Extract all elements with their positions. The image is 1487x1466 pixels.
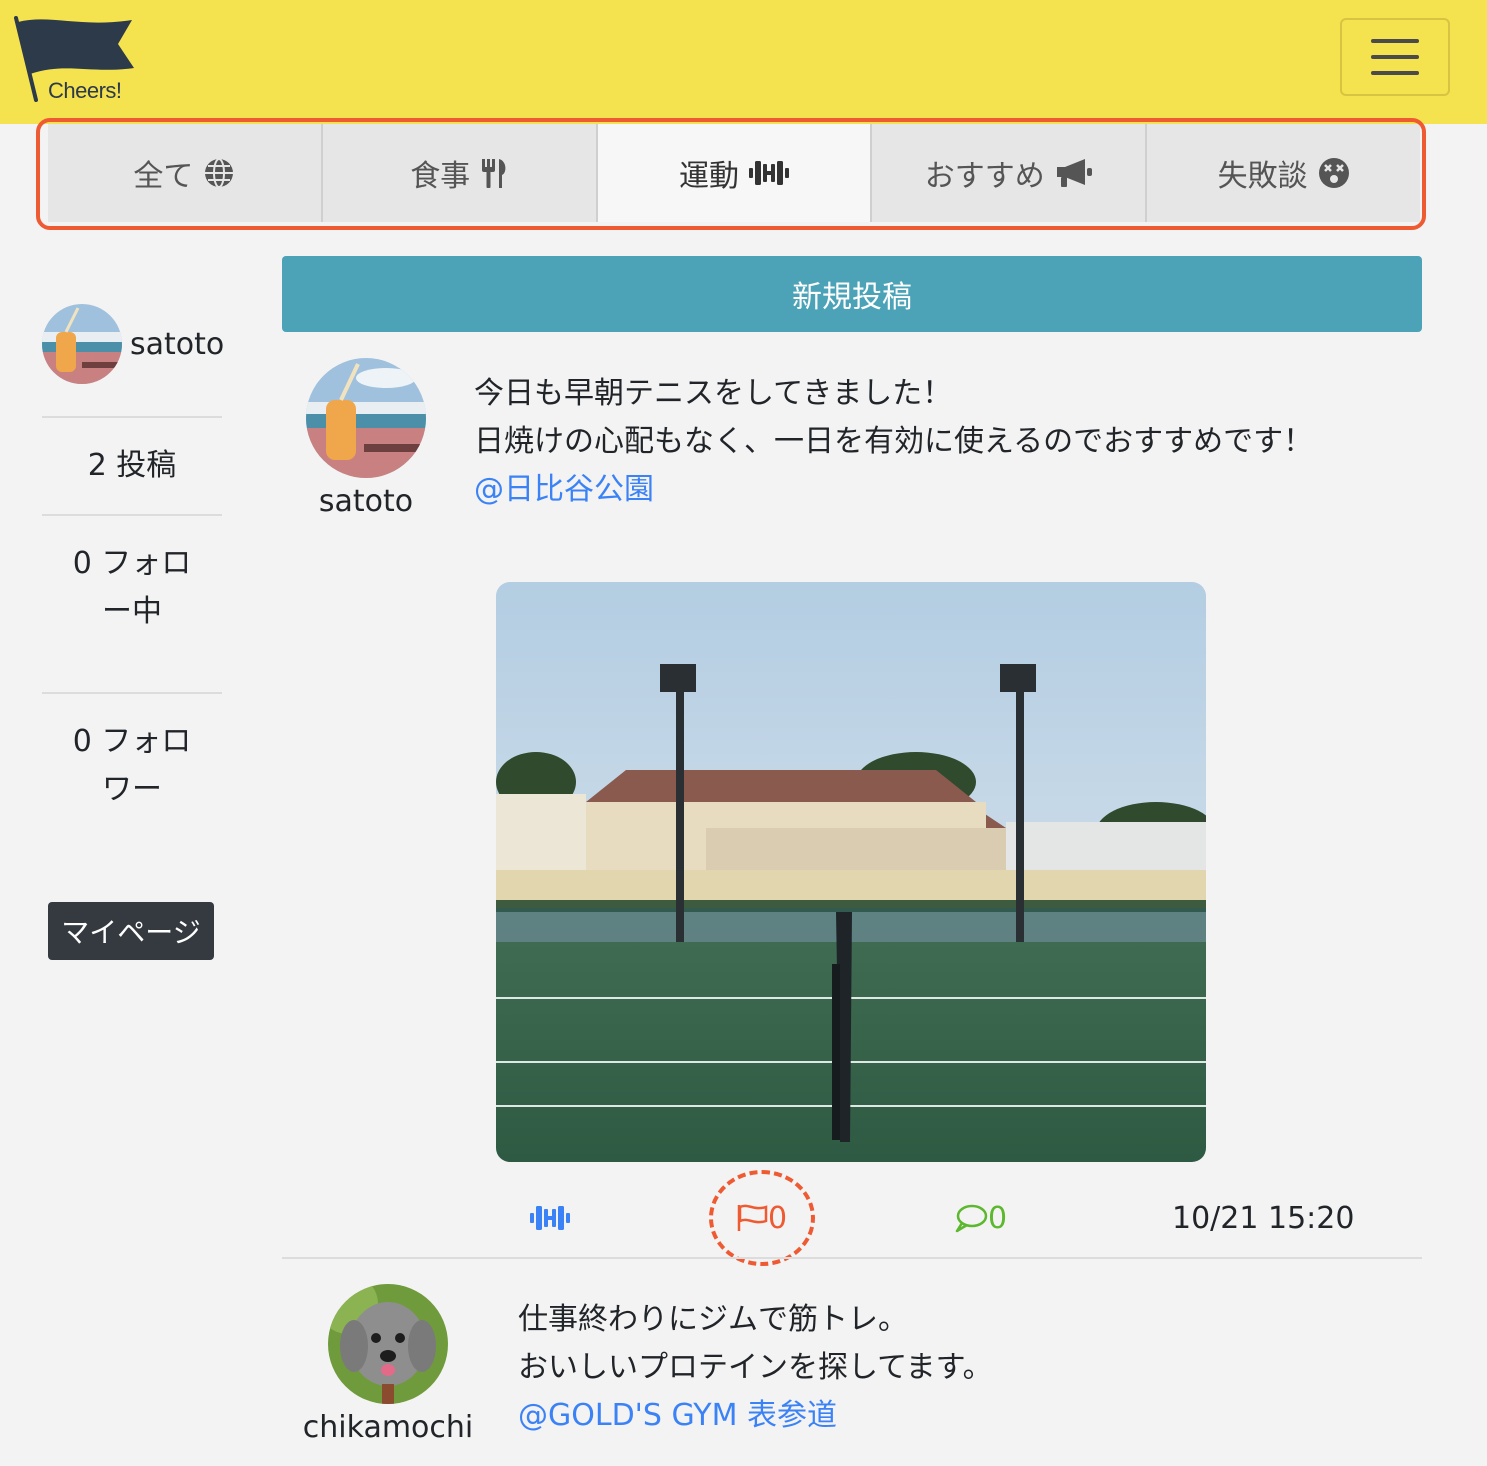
sidebar-divider — [42, 514, 222, 516]
post-text-line: 仕事終わりにジムで筋トレ。 — [518, 1302, 908, 1337]
post-text-line: おいしいプロテインを探してます。 — [518, 1350, 993, 1385]
comment-icon — [955, 1204, 988, 1233]
avatar[interactable] — [306, 358, 426, 478]
post-count[interactable]: 2 投稿 — [40, 442, 224, 490]
sidebar-divider — [42, 692, 222, 694]
post-username[interactable]: chikamochi — [300, 1410, 476, 1445]
cheers-logo[interactable]: Cheers! — [10, 14, 138, 104]
avatar-beach-photo — [42, 304, 122, 384]
hamburger-line — [1371, 55, 1419, 59]
category-badge — [528, 1196, 572, 1240]
post-text: 仕事終わりにジムで筋トレ。 おいしいプロテインを探してます。 @GOLD'S G… — [518, 1296, 993, 1440]
new-post-button[interactable]: 新規投稿 — [282, 256, 1422, 332]
avatar-dog-photo — [328, 1284, 448, 1404]
post-username[interactable]: satoto — [306, 484, 426, 519]
following-text-line2: ー中 — [102, 594, 162, 629]
following-text-line1: 0 フォロ — [72, 546, 192, 581]
tabs-highlight-annotation — [36, 118, 1426, 230]
followers-text-line2: ワー — [102, 772, 162, 807]
comment-count: 0 — [988, 1200, 1008, 1236]
dumbbell-icon — [530, 1206, 570, 1230]
followers-text-line1: 0 フォロ — [72, 724, 192, 759]
post-divider — [282, 1257, 1422, 1259]
hamburger-line — [1371, 39, 1419, 43]
avatar[interactable] — [328, 1284, 448, 1404]
post-text-line: 日焼けの心配もなく、一日を有効に使えるのでおすすめです！ — [474, 424, 1314, 459]
avatar — [42, 304, 122, 384]
post-count-text: 2 投稿 — [87, 448, 177, 483]
sidebar-username: satoto — [130, 326, 225, 362]
avatar-beach-photo — [306, 358, 426, 478]
comment-button[interactable]: 0 — [954, 1196, 1007, 1240]
menu-toggle-button[interactable] — [1340, 18, 1450, 96]
post-location-link[interactable]: @GOLD'S GYM 表参道 — [518, 1392, 993, 1440]
sidebar-divider — [42, 416, 222, 418]
follower-count[interactable]: 0 フォロ ワー — [40, 718, 224, 814]
post-timestamp: 10/21 15:20 — [1172, 1200, 1355, 1236]
app-header: Cheers! — [0, 0, 1487, 124]
post-text-line: 今日も早朝テニスをしてきました！ — [474, 376, 953, 411]
hamburger-line — [1371, 71, 1419, 75]
mypage-button[interactable]: マイページ — [48, 902, 214, 960]
post-location-link[interactable]: @日比谷公園 — [474, 466, 1313, 514]
sidebar-user[interactable]: satoto — [42, 304, 224, 384]
post-photo[interactable] — [496, 582, 1206, 1162]
tennis-court-photo — [496, 582, 1206, 1162]
cheers-highlight-annotation — [709, 1170, 815, 1266]
post-text: 今日も早朝テニスをしてきました！ 日焼けの心配もなく、一日を有効に使えるのでおす… — [474, 370, 1313, 514]
following-count[interactable]: 0 フォロ ー中 — [40, 540, 224, 636]
logo-text: Cheers! — [48, 78, 122, 103]
